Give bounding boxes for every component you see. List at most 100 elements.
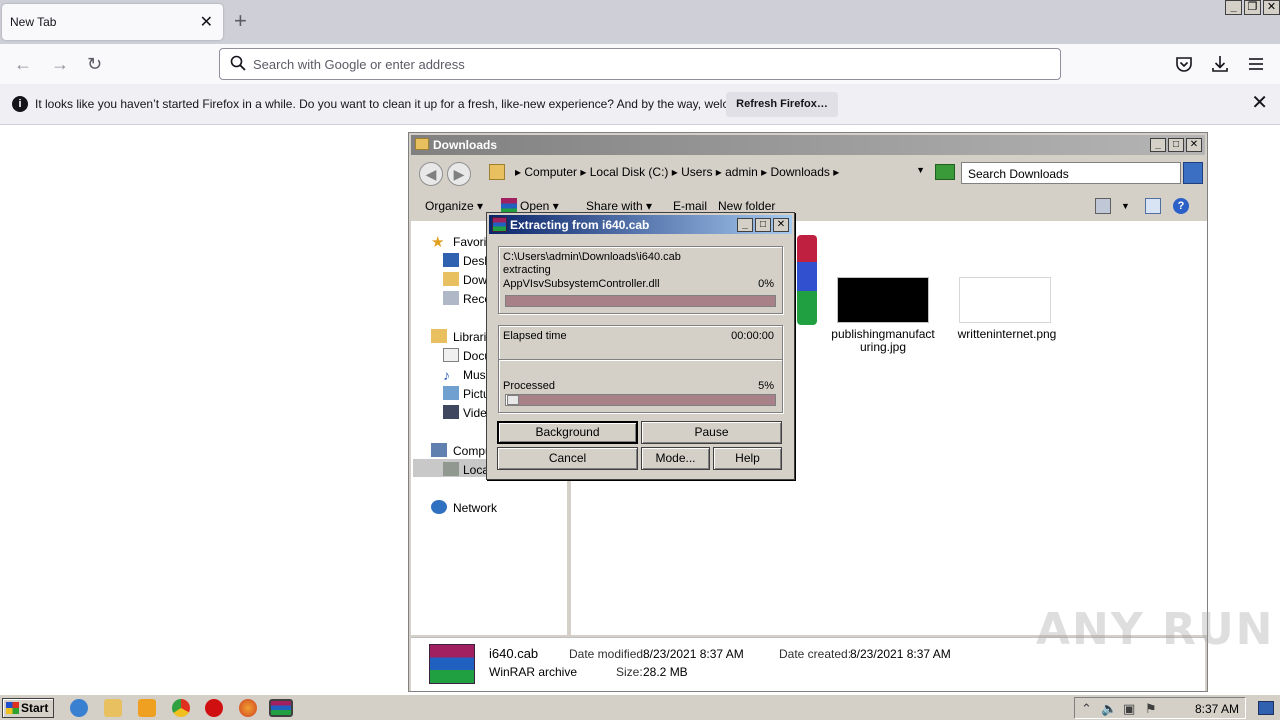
total-progress-bar bbox=[505, 394, 776, 406]
action-center-flag-icon[interactable]: ⚑ bbox=[1145, 701, 1157, 717]
anyrun-watermark: ANY RUN bbox=[1036, 604, 1275, 655]
start-label: Start bbox=[21, 701, 49, 715]
minimize-button[interactable]: _ bbox=[1225, 0, 1242, 15]
file-explorer-icon[interactable] bbox=[104, 699, 122, 717]
computer-icon bbox=[431, 443, 447, 457]
totals-group: Elapsed time 00:00:00 Processed 5% bbox=[498, 325, 783, 413]
current-file-name: AppVIsvSubsystemController.dll bbox=[503, 278, 660, 290]
winrar-maximize-button[interactable]: □ bbox=[755, 218, 771, 232]
help-icon[interactable]: ? bbox=[1173, 198, 1189, 214]
winrar-minimize-button[interactable]: _ bbox=[737, 218, 753, 232]
help-button[interactable]: Help bbox=[713, 447, 782, 470]
background-button[interactable]: Background bbox=[497, 421, 638, 444]
explorer-address-bar[interactable]: ▸ Computer ▸ Local Disk (C:) ▸ Users ▸ a… bbox=[485, 161, 931, 183]
file-label-png[interactable]: writteninternet.png bbox=[947, 328, 1067, 341]
date-created-value: 8/23/2021 8:37 AM bbox=[850, 647, 951, 661]
winrar-file-icon bbox=[429, 644, 475, 684]
opera-icon[interactable] bbox=[205, 699, 223, 717]
elapsed-time-value: 00:00:00 bbox=[731, 330, 774, 342]
restore-button[interactable]: ❐ bbox=[1244, 0, 1261, 15]
address-bar[interactable]: Search with Google or enter address bbox=[219, 48, 1061, 80]
taskbar: Start ⌃ 🔈 ▣ ⚑ 8:37 AM bbox=[0, 694, 1280, 720]
desktop-icon bbox=[443, 253, 459, 267]
explorer-minimize-button[interactable]: _ bbox=[1150, 138, 1166, 152]
winrar-title: Extracting from i640.cab bbox=[510, 218, 650, 232]
size-label: Size: bbox=[616, 665, 643, 679]
internet-explorer-icon[interactable] bbox=[70, 699, 88, 717]
downloads-folder-icon bbox=[443, 272, 459, 286]
details-filetype: WinRAR archive bbox=[489, 665, 578, 679]
winrar-archive-thumbnail[interactable] bbox=[797, 235, 817, 325]
view-dropdown-icon[interactable]: ▼ bbox=[1121, 201, 1130, 211]
date-modified-label: Date modified: bbox=[569, 647, 647, 661]
winrar-close-button[interactable]: ✕ bbox=[773, 218, 789, 232]
pause-button[interactable]: Pause bbox=[641, 421, 782, 444]
network-icon bbox=[431, 500, 447, 514]
new-folder-button[interactable]: New folder bbox=[718, 199, 775, 213]
nav-favorites[interactable]: Favori bbox=[453, 235, 486, 249]
firefox-icon[interactable] bbox=[239, 699, 257, 717]
notification-message: It looks like you haven’t started Firefo… bbox=[35, 97, 784, 111]
menu-icon[interactable] bbox=[1246, 54, 1266, 74]
tab-close-icon[interactable]: ✕ bbox=[200, 12, 213, 32]
tab-new-tab[interactable]: New Tab ✕ bbox=[2, 4, 223, 40]
address-dropdown-icon[interactable]: ▼ bbox=[916, 165, 925, 175]
local-disk-icon bbox=[443, 462, 459, 476]
jpg-thumbnail[interactable] bbox=[837, 277, 929, 323]
cancel-button[interactable]: Cancel bbox=[497, 447, 638, 470]
browser-navbar: ← → ↻ Search with Google or enter addres… bbox=[0, 44, 1280, 84]
explorer-search-placeholder: Search Downloads bbox=[968, 167, 1069, 181]
archive-path: C:\Users\admin\Downloads\i640.cab bbox=[503, 251, 681, 263]
preview-pane-icon[interactable] bbox=[1145, 198, 1161, 214]
volume-icon[interactable]: 🔈 bbox=[1101, 701, 1117, 717]
nav-downloads[interactable]: Dow bbox=[463, 273, 487, 287]
downloads-icon[interactable] bbox=[1210, 54, 1230, 74]
organize-button[interactable]: Organize ▾ bbox=[425, 199, 483, 213]
clock: 8:37 AM bbox=[1194, 702, 1239, 716]
new-tab-plus-icon[interactable]: + bbox=[234, 10, 247, 32]
reload-icon[interactable]: ↻ bbox=[87, 53, 102, 75]
view-options-icon[interactable] bbox=[1095, 198, 1111, 214]
file-label-jpg[interactable]: publishingmanufact uring.jpg bbox=[823, 328, 943, 354]
refresh-firefox-button[interactable]: Refresh Firefox… bbox=[726, 92, 838, 117]
extract-action: extracting bbox=[503, 264, 551, 276]
tray-expand-icon[interactable]: ⌃ bbox=[1081, 701, 1092, 717]
nav-music[interactable]: Musi bbox=[463, 368, 488, 382]
email-button[interactable]: E-mail bbox=[673, 199, 707, 213]
chrome-icon[interactable] bbox=[172, 699, 190, 717]
forward-arrow-icon[interactable]: → bbox=[51, 53, 69, 75]
details-filename: i640.cab bbox=[489, 646, 539, 661]
info-icon: i bbox=[12, 96, 28, 112]
network-tray-icon[interactable]: ▣ bbox=[1123, 701, 1135, 717]
nav-network[interactable]: Network bbox=[453, 501, 497, 515]
close-window-button[interactable]: ✕ bbox=[1263, 0, 1280, 15]
explorer-close-button[interactable]: ✕ bbox=[1186, 138, 1202, 152]
processed-percent: 5% bbox=[758, 380, 774, 392]
png-thumbnail[interactable] bbox=[959, 277, 1051, 323]
open-button[interactable]: Open ▾ bbox=[520, 199, 559, 213]
back-arrow-icon[interactable]: ← bbox=[14, 53, 32, 75]
explorer-maximize-button[interactable]: □ bbox=[1168, 138, 1184, 152]
mode-button[interactable]: Mode... bbox=[641, 447, 710, 470]
windows-logo-icon bbox=[6, 702, 19, 714]
date-created-label: Date created: bbox=[779, 647, 852, 661]
explorer-search-icon[interactable] bbox=[1183, 162, 1203, 184]
start-button[interactable]: Start bbox=[2, 698, 54, 718]
share-with-button[interactable]: Share with ▾ bbox=[586, 199, 652, 213]
size-value: 28.2 MB bbox=[643, 665, 688, 679]
close-notification-icon[interactable]: ✕ bbox=[1251, 92, 1268, 114]
media-player-icon[interactable] bbox=[138, 699, 156, 717]
nav-videos[interactable]: Vide bbox=[463, 406, 487, 420]
explorer-forward-icon[interactable]: ▶ bbox=[447, 162, 471, 186]
elapsed-time-label: Elapsed time bbox=[503, 330, 567, 342]
computer-folder-icon bbox=[489, 164, 505, 180]
winrar-taskbar-icon[interactable] bbox=[269, 699, 293, 717]
explorer-refresh-icon[interactable] bbox=[935, 164, 955, 180]
show-desktop-icon[interactable] bbox=[1258, 701, 1274, 715]
pocket-icon[interactable] bbox=[1174, 54, 1194, 74]
videos-icon bbox=[443, 405, 459, 419]
explorer-back-icon[interactable]: ◀ bbox=[419, 162, 443, 186]
breadcrumb[interactable]: ▸ Computer ▸ Local Disk (C:) ▸ Users ▸ a… bbox=[515, 165, 839, 179]
tab-title: New Tab bbox=[10, 15, 57, 29]
explorer-search-input[interactable]: Search Downloads bbox=[961, 162, 1181, 184]
